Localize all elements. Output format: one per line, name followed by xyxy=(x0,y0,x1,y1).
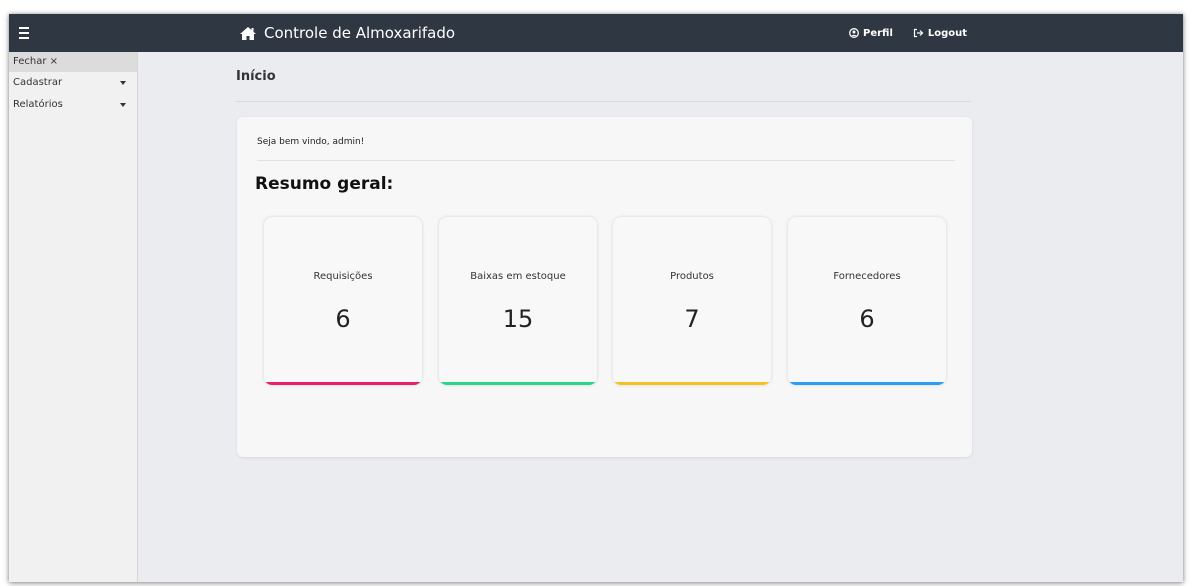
card-label: Baixas em estoque xyxy=(470,271,566,282)
card-value: 7 xyxy=(684,305,700,333)
card-fornecedores[interactable]: Fornecedores 6 xyxy=(788,217,946,385)
home-icon xyxy=(240,26,256,40)
card-value: 15 xyxy=(502,305,534,333)
user-circle-icon xyxy=(849,28,859,38)
card-requisicoes[interactable]: Requisições 6 xyxy=(264,217,422,385)
profile-link[interactable]: Perfil xyxy=(849,28,893,39)
card-accent-bar xyxy=(788,382,946,385)
sidebar-close-button[interactable]: Fechar × xyxy=(9,52,137,72)
welcome-message: Seja bem vindo, admin! xyxy=(257,137,365,147)
summary-title: Resumo geral: xyxy=(255,174,394,194)
app-title: Controle de Almoxarifado xyxy=(264,24,456,42)
card-baixas-em-estoque[interactable]: Baixas em estoque 15 xyxy=(439,217,597,385)
sidebar-item-label: Cadastrar xyxy=(13,77,63,88)
dashboard-panel: Seja bem vindo, admin! Resumo geral: Req… xyxy=(237,117,972,457)
hamburger-icon[interactable] xyxy=(17,23,37,43)
profile-label: Perfil xyxy=(863,27,893,39)
sidebar: Fechar × Cadastrar Relatórios xyxy=(9,52,138,582)
nav-right: Perfil Logout xyxy=(849,14,987,52)
sign-out-icon xyxy=(913,28,924,38)
card-label: Produtos xyxy=(670,271,714,282)
card-value: 6 xyxy=(859,305,875,333)
divider xyxy=(257,160,955,161)
card-produtos[interactable]: Produtos 7 xyxy=(613,217,771,385)
sidebar-item-cadastrar[interactable]: Cadastrar xyxy=(9,72,137,94)
card-accent-bar xyxy=(264,382,422,385)
top-navbar: Controle de Almoxarifado Perfil Logout xyxy=(9,14,1183,52)
sidebar-item-relatorios[interactable]: Relatórios xyxy=(9,94,137,116)
page-title: Início xyxy=(236,69,276,84)
card-accent-bar xyxy=(613,382,771,385)
card-value: 6 xyxy=(335,305,351,333)
sidebar-item-label: Relatórios xyxy=(13,99,63,110)
logout-link[interactable]: Logout xyxy=(913,28,967,39)
logout-label: Logout xyxy=(927,27,968,39)
app-window: Controle de Almoxarifado Perfil Logout F… xyxy=(9,14,1183,582)
caret-down-icon xyxy=(120,103,126,107)
card-label: Fornecedores xyxy=(833,271,901,282)
card-label: Requisições xyxy=(313,271,373,282)
divider xyxy=(236,101,971,102)
brand[interactable]: Controle de Almoxarifado xyxy=(239,14,455,52)
caret-down-icon xyxy=(120,81,126,85)
card-accent-bar xyxy=(439,382,597,385)
